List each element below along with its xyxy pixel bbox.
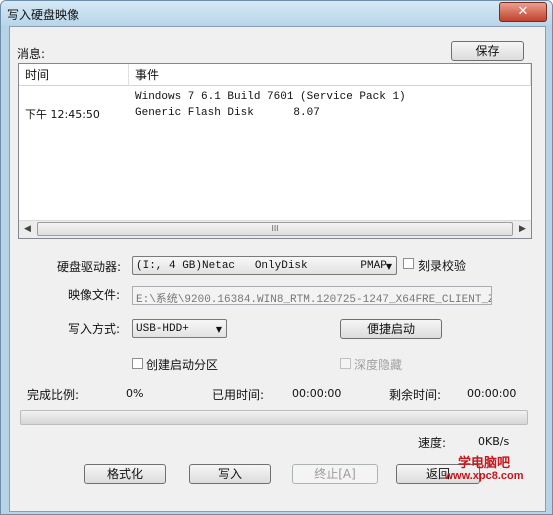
log-row-2-time: 下午 12:45:50 xyxy=(25,108,100,121)
write-method-value: USB-HDD+ xyxy=(136,323,189,335)
column-header-event[interactable]: 事件 xyxy=(129,64,531,86)
abort-button[interactable]: 终止[A] xyxy=(292,464,378,484)
close-icon: ✕ xyxy=(517,4,529,19)
log-row-1-event: Windows 7 6.1 Build 7601 (Service Pack 1… xyxy=(135,91,406,103)
progress-label: 完成比例: xyxy=(27,388,80,402)
column-header-time[interactable]: 时间 xyxy=(19,64,129,86)
messages-label: 消息: xyxy=(17,47,46,61)
write-disk-image-window: 写入硬盘映像 ✕ 消息: 保存 时间 事件 Windows 7 6.1 Buil… xyxy=(0,0,553,515)
scroll-grip-icon: III xyxy=(271,224,279,233)
watermark-title: 学电脑吧 xyxy=(457,456,510,471)
deep-hide-label: 深度隐藏 xyxy=(354,358,403,372)
scroll-thumb[interactable]: III xyxy=(37,222,513,236)
drive-label: 硬盘驱动器: xyxy=(57,260,122,274)
save-button[interactable]: 保存 xyxy=(451,41,524,61)
write-method-select[interactable]: USB-HDD+ ▼ xyxy=(132,319,227,338)
scroll-left-arrow-icon[interactable]: ◀ xyxy=(19,221,36,238)
image-file-label: 映像文件: xyxy=(68,288,121,302)
speed-label: 速度: xyxy=(418,436,447,450)
scroll-right-arrow-icon[interactable]: ▶ xyxy=(514,221,531,238)
write-button[interactable]: 写入 xyxy=(189,464,271,484)
close-button[interactable]: ✕ xyxy=(499,2,547,22)
drive-select-value: (I:, 4 GB)Netac OnlyDisk PMAP xyxy=(136,260,387,272)
horizontal-scrollbar[interactable]: ◀ III ▶ xyxy=(19,220,531,238)
drive-select[interactable]: (I:, 4 GB)Netac OnlyDisk PMAP ▼ xyxy=(132,256,397,275)
verify-checkbox[interactable] xyxy=(403,258,414,269)
create-boot-partition-label: 创建启动分区 xyxy=(146,358,219,372)
write-method-label: 写入方式: xyxy=(68,322,121,336)
write-progress-bar xyxy=(20,410,528,425)
format-button[interactable]: 格式化 xyxy=(84,464,166,484)
create-boot-partition-checkbox[interactable] xyxy=(132,358,143,369)
watermark-url: www.xpc8.com xyxy=(444,470,524,482)
elapsed-label: 已用时间: xyxy=(212,388,265,402)
chevron-down-icon: ▼ xyxy=(215,325,222,334)
progress-value: 0% xyxy=(126,387,144,400)
verify-label: 刻录校验 xyxy=(418,259,467,273)
log-row-2-event: Generic Flash Disk 8.07 xyxy=(135,107,320,119)
elapsed-value: 00:00:00 xyxy=(292,387,342,400)
image-file-field[interactable]: E:\系统\9200.16384.WIN8_RTM.120725-1247_X6… xyxy=(132,286,492,305)
quick-boot-button[interactable]: 便捷启动 xyxy=(340,319,442,339)
speed-value: 0KB/s xyxy=(478,435,510,448)
chevron-down-icon: ▼ xyxy=(385,262,392,271)
site-watermark: 学电脑吧 www.xpc8.com xyxy=(434,456,534,482)
deep-hide-checkbox[interactable] xyxy=(340,358,351,369)
title-bar: 写入硬盘映像 ✕ xyxy=(1,1,552,25)
message-log-list[interactable]: 时间 事件 Windows 7 6.1 Build 7601 (Service … xyxy=(18,63,532,239)
remaining-label: 剩余时间: xyxy=(389,388,442,402)
dialog-body: 消息: 保存 时间 事件 Windows 7 6.1 Build 7601 (S… xyxy=(9,26,546,512)
window-title: 写入硬盘映像 xyxy=(7,8,80,22)
remaining-value: 00:00:00 xyxy=(467,387,517,400)
image-file-path: E:\系统\9200.16384.WIN8_RTM.120725-1247_X6… xyxy=(136,294,492,305)
